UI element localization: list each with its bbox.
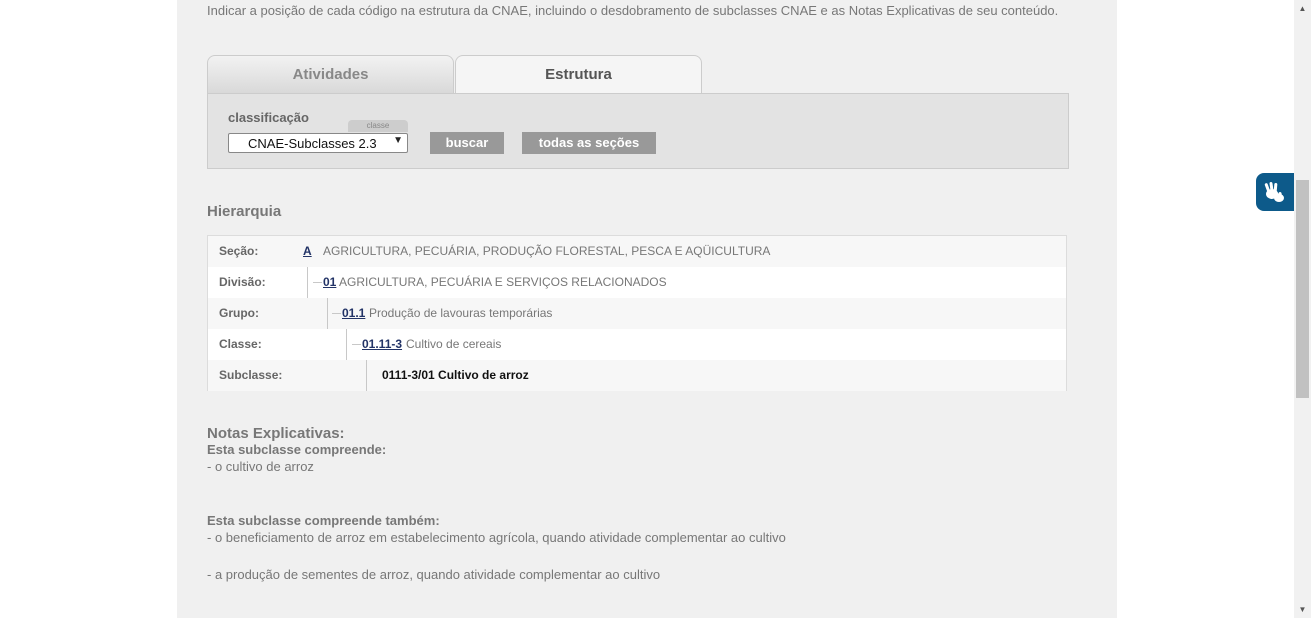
notes-title: Notas Explicativas: bbox=[207, 425, 345, 442]
hierarchy-row-grupo: Grupo: 01.1 Produção de lavouras temporá… bbox=[208, 298, 1066, 329]
classe-code-link[interactable]: 01.11-3 bbox=[362, 337, 402, 351]
classe-mini-tab[interactable]: classe bbox=[348, 120, 408, 132]
divisao-text: AGRICULTURA, PECUÁRIA E SERVIÇOS RELACIO… bbox=[339, 275, 667, 289]
tree-line bbox=[346, 329, 347, 360]
accessibility-button[interactable] bbox=[1256, 173, 1294, 211]
grupo-text: Produção de lavouras temporárias bbox=[369, 306, 553, 320]
hand-sign-language-icon bbox=[1264, 182, 1284, 202]
row-label: Subclasse: bbox=[219, 368, 283, 382]
current-subclass: 0111-3/01 Cultivo de arroz bbox=[382, 368, 529, 382]
row-label: Classe: bbox=[219, 337, 262, 351]
notes-heading-compreende-tambem: Esta subclasse compreende também: bbox=[207, 513, 440, 528]
tree-line bbox=[327, 298, 328, 329]
page-intro: Indicar a posição de cada código na estr… bbox=[207, 3, 1059, 18]
notes-text: - o beneficiamento de arroz em estabelec… bbox=[207, 530, 786, 545]
classificacao-label: classificação bbox=[228, 110, 309, 125]
grupo-code-link[interactable]: 01.1 bbox=[342, 306, 365, 320]
hierarchy-title: Hierarquia bbox=[207, 203, 282, 220]
hierarchy-row-subclasse: Subclasse: 0111-3/01 Cultivo de arroz bbox=[208, 360, 1066, 391]
tree-branch bbox=[332, 313, 341, 314]
buscar-button[interactable]: buscar bbox=[430, 132, 504, 154]
tree-line bbox=[366, 360, 367, 391]
divisao-code-link[interactable]: 01 bbox=[323, 275, 336, 289]
scroll-up-arrow-icon[interactable]: ▲ bbox=[1294, 0, 1311, 17]
secao-text: AGRICULTURA, PECUÁRIA, PRODUÇÃO FLORESTA… bbox=[323, 244, 771, 258]
classification-select-value: CNAE-Subclasses 2.3 bbox=[248, 136, 377, 151]
notes-heading-compreende: Esta subclasse compreende: bbox=[207, 442, 387, 457]
classification-select[interactable]: CNAE-Subclasses 2.3 ▼ bbox=[228, 133, 408, 153]
hierarchy-row-classe: Classe: 01.11-3 Cultivo de cereais bbox=[208, 329, 1066, 360]
tab-estrutura[interactable]: Estrutura bbox=[455, 55, 702, 93]
row-label: Seção: bbox=[219, 244, 259, 258]
notes-text: - a produção de sementes de arroz, quand… bbox=[207, 567, 661, 582]
search-panel: classificação classe CNAE-Subclasses 2.3… bbox=[207, 93, 1069, 169]
hierarchy-row-divisao: Divisão: 01 AGRICULTURA, PECUÁRIA E SERV… bbox=[208, 267, 1066, 298]
tree-line bbox=[307, 267, 308, 298]
secao-code-link[interactable]: A bbox=[303, 244, 312, 258]
hierarchy-table: Seção: A AGRICULTURA, PECUÁRIA, PRODUÇÃO… bbox=[207, 235, 1067, 391]
classe-text: Cultivo de cereais bbox=[406, 337, 502, 351]
row-label: Grupo: bbox=[219, 306, 259, 320]
scroll-down-arrow-icon[interactable]: ▼ bbox=[1294, 601, 1311, 618]
tree-branch bbox=[313, 282, 322, 283]
tab-atividades[interactable]: Atividades bbox=[207, 55, 454, 93]
tree-branch bbox=[352, 344, 361, 345]
page-scrollbar[interactable]: ▲ ▼ bbox=[1294, 0, 1311, 618]
scroll-thumb[interactable] bbox=[1296, 180, 1309, 398]
hierarchy-row-secao: Seção: A AGRICULTURA, PECUÁRIA, PRODUÇÃO… bbox=[208, 236, 1066, 267]
todas-secoes-button[interactable]: todas as seções bbox=[522, 132, 656, 154]
main-content: Indicar a posição de cada código na estr… bbox=[177, 0, 1117, 618]
chevron-down-icon: ▼ bbox=[393, 135, 403, 146]
row-label: Divisão: bbox=[219, 275, 266, 289]
notes-text: - o cultivo de arroz bbox=[207, 459, 314, 474]
